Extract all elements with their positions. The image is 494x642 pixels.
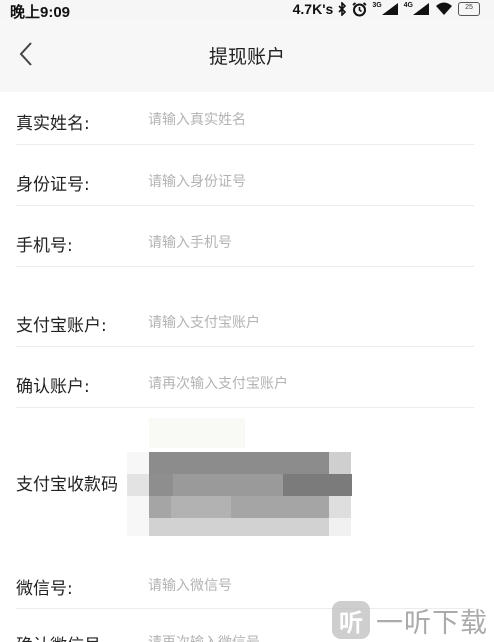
battery-level: 25 xyxy=(465,4,473,11)
status-bar: 晚上9:09 4.7K's 3G 4G 25 xyxy=(0,0,494,21)
status-icons: 4.7K's 3G 4G 25 xyxy=(293,1,480,17)
signal-3g-icon xyxy=(381,2,399,16)
id-number-input[interactable] xyxy=(148,172,468,192)
signal-4g-icon xyxy=(412,2,430,16)
confirm-account-row: 确认账户: xyxy=(0,347,494,407)
nav-bar: 提现账户 xyxy=(0,20,494,92)
real-name-label: 真实姓名: xyxy=(16,114,90,134)
phone-label: 手机号: xyxy=(16,236,73,256)
confirm-wechat-label: 确认微信号: xyxy=(16,631,107,642)
wechat-input[interactable] xyxy=(148,576,468,596)
net-speed: 4.7K's xyxy=(292,1,334,17)
battery-icon: 25 xyxy=(458,2,480,16)
alipay-qr-row: 支付宝收款码 xyxy=(0,408,494,548)
id-number-label: 身份证号: xyxy=(16,175,90,195)
qr-code-image xyxy=(127,418,352,536)
phone-row: 手机号: xyxy=(0,206,494,266)
status-time: 晚上9:09 xyxy=(10,4,71,21)
alipay-account-row: 支付宝账户: xyxy=(0,267,494,346)
confirm-account-label: 确认账户: xyxy=(16,377,90,397)
page-title: 提现账户 xyxy=(208,46,285,68)
wifi-icon xyxy=(435,2,453,16)
wechat-label: 微信号: xyxy=(16,579,73,599)
alipay-account-input[interactable] xyxy=(148,313,468,333)
bluetooth-icon xyxy=(338,2,347,16)
watermark: 听 一听下载 xyxy=(326,598,494,642)
watermark-logo: 听 xyxy=(332,601,370,639)
confirm-account-input[interactable] xyxy=(148,374,468,394)
real-name-row: 真实姓名: xyxy=(0,92,494,144)
phone-input[interactable] xyxy=(148,233,468,253)
alipay-qr-upload[interactable] xyxy=(127,418,352,536)
alipay-account-label: 支付宝账户: xyxy=(16,316,107,336)
alipay-qr-label: 支付宝收款码 xyxy=(16,475,118,495)
id-number-row: 身份证号: xyxy=(0,145,494,205)
withdraw-account-form: 真实姓名: 身份证号: 手机号: 支付宝账户: 确认账户: 支付宝收款码 xyxy=(0,92,494,642)
alarm-icon xyxy=(352,1,367,17)
watermark-text: 一听下载 xyxy=(376,607,488,639)
real-name-input[interactable] xyxy=(148,110,468,130)
